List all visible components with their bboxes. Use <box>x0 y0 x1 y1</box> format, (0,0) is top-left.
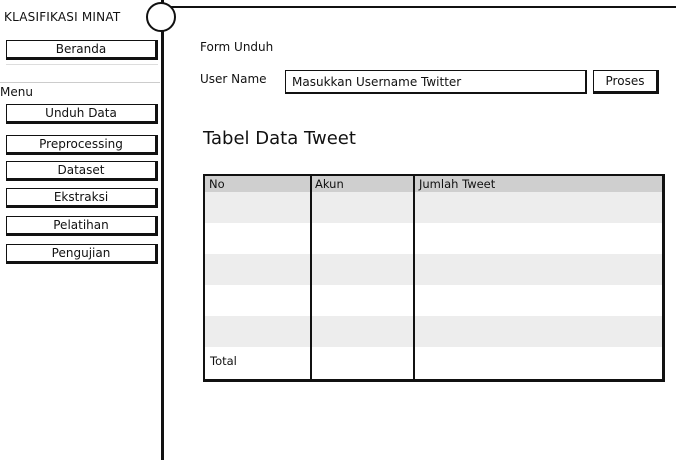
nav-dataset[interactable]: Dataset <box>6 161 158 181</box>
tweet-table: No Akun Jumlah Tweet Total <box>203 174 665 382</box>
column-header-no: No <box>209 177 225 191</box>
table-header: No Akun Jumlah Tweet <box>205 176 662 192</box>
nav-pelatihan[interactable]: Pelatihan <box>6 216 158 236</box>
table-row <box>205 316 662 347</box>
table-row <box>205 223 662 254</box>
column-divider <box>413 176 415 379</box>
table-row-total <box>205 347 662 378</box>
table-row <box>205 254 662 285</box>
nav-home-button[interactable]: Beranda <box>6 40 158 60</box>
column-header-akun: Akun <box>315 177 344 191</box>
table-title: Tabel Data Tweet <box>203 128 356 149</box>
header-rule <box>170 6 676 8</box>
total-label: Total <box>210 354 237 368</box>
column-divider <box>310 176 312 379</box>
nav-preprocessing[interactable]: Preprocessing <box>6 135 158 155</box>
divider <box>6 64 158 65</box>
nav-ekstraksi[interactable]: Ekstraksi <box>6 188 158 208</box>
table-row <box>205 285 662 316</box>
sidebar: KLASIFIKASI MINAT Beranda Menu Unduh Dat… <box>0 0 164 460</box>
form-title: Form Unduh <box>200 40 274 54</box>
username-label: User Name <box>200 72 267 86</box>
table-row <box>205 192 662 223</box>
window-circle-icon <box>146 2 176 32</box>
app-title: KLASIFIKASI MINAT <box>4 10 121 24</box>
username-input[interactable] <box>285 70 587 94</box>
menu-heading: Menu <box>0 82 160 101</box>
column-header-jumlah-tweet: Jumlah Tweet <box>419 177 496 191</box>
nav-unduh-data[interactable]: Unduh Data <box>6 104 158 124</box>
proses-button[interactable]: Proses <box>593 70 659 94</box>
nav-pengujian[interactable]: Pengujian <box>6 244 158 264</box>
